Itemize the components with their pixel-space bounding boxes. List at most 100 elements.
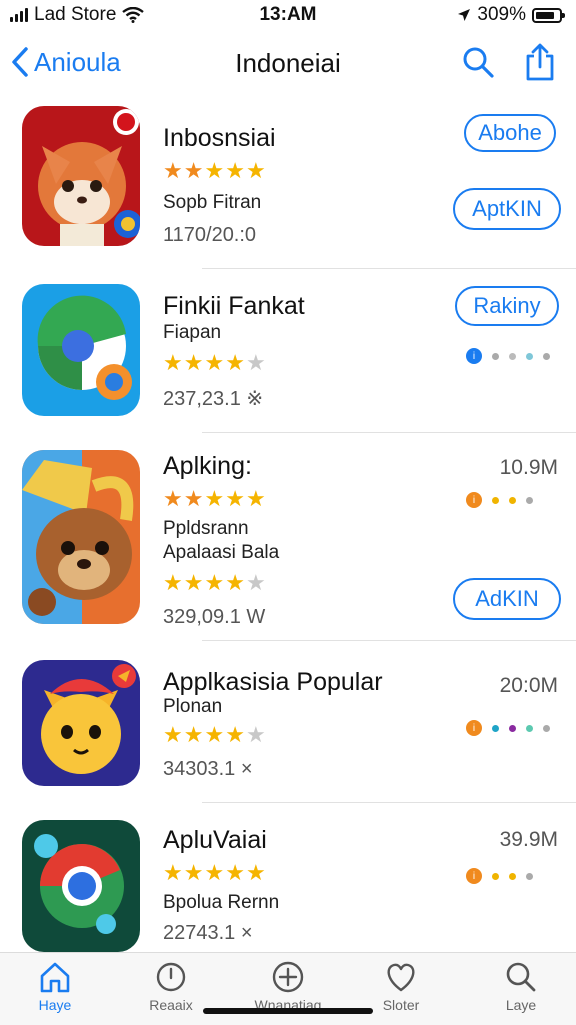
plus-circle-icon bbox=[272, 961, 304, 993]
star-icon: ★ bbox=[183, 158, 204, 183]
tab-add[interactable]: Wnanatiaq bbox=[233, 961, 343, 1013]
app-subtitle: Fiapan bbox=[163, 322, 222, 343]
search-icon[interactable] bbox=[460, 44, 496, 80]
app-name: Aplking: bbox=[163, 452, 252, 480]
fox-app-icon[interactable] bbox=[22, 106, 140, 246]
star-icon: ★ bbox=[163, 860, 183, 885]
app-name: Applkasisia Popular bbox=[163, 668, 383, 696]
app-meta: 22743.1 × bbox=[163, 922, 253, 944]
get-button[interactable]: AdKIN bbox=[453, 578, 561, 620]
heart-icon bbox=[387, 963, 415, 992]
download-button[interactable]: Rakiny bbox=[455, 286, 559, 326]
star-icon: ★ bbox=[245, 158, 266, 183]
app-subtitle-secondary: Apalaasi Bala bbox=[163, 542, 280, 563]
tab-label: Laye bbox=[505, 997, 537, 1013]
tab-home[interactable]: Haye bbox=[0, 961, 110, 1013]
app-name: Inbosnsiai bbox=[163, 124, 276, 152]
app-size: 20:0M bbox=[499, 674, 558, 697]
house-icon bbox=[40, 962, 70, 993]
page-dot-active: i bbox=[466, 868, 482, 884]
app-meta: 329,09.1 W bbox=[163, 606, 266, 628]
page-indicator: i bbox=[466, 348, 550, 364]
star-rating: ★ ★ ★ ★ ★ bbox=[163, 160, 266, 182]
app-subtitle: Sopb Fitran bbox=[163, 192, 262, 213]
row-divider bbox=[202, 268, 576, 269]
star-rating: ★ ★ ★ ★ ★ bbox=[163, 488, 266, 510]
page-indicator: i bbox=[466, 868, 533, 884]
list-item[interactable]: ApluVaiai 39.9M ★ ★ ★ ★ ★ i Bpolua Rernn 227… bbox=[0, 820, 576, 952]
tab-label: Haye bbox=[38, 997, 72, 1013]
page-indicator: i bbox=[466, 492, 533, 508]
star-icon: ★ bbox=[225, 722, 245, 747]
star-icon: ★ bbox=[225, 486, 245, 511]
star-icon: ★ bbox=[204, 570, 225, 595]
star-icon: ★ bbox=[163, 486, 183, 511]
battery-icon bbox=[532, 7, 565, 23]
share-icon[interactable] bbox=[522, 42, 558, 82]
navigation-bar: Anioula Indoneiai bbox=[0, 36, 576, 92]
compass-app-icon[interactable] bbox=[22, 284, 140, 416]
star-icon: ★ bbox=[245, 570, 266, 595]
star-icon: ★ bbox=[163, 722, 183, 747]
star-icon: ★ bbox=[245, 722, 266, 747]
star-rating: ★ ★ ★ ★ ★ bbox=[163, 862, 266, 884]
cat-app-icon[interactable] bbox=[22, 660, 140, 786]
star-icon: ★ bbox=[204, 350, 225, 375]
row-divider bbox=[202, 802, 576, 803]
star-icon: ★ bbox=[204, 722, 225, 747]
star-icon: ★ bbox=[245, 350, 266, 375]
chrome-style-app-icon[interactable] bbox=[22, 820, 140, 952]
star-icon: ★ bbox=[163, 570, 183, 595]
star-rating: ★ ★ ★ ★ ★ bbox=[163, 724, 266, 746]
list-item[interactable]: Aplking: 10.9M ★ ★ ★ ★ ★ i Ppldsrann Apalaas… bbox=[0, 450, 576, 640]
star-icon: ★ bbox=[204, 486, 225, 511]
star-icon: ★ bbox=[225, 570, 245, 595]
location-arrow-icon bbox=[458, 9, 471, 21]
star-icon: ★ bbox=[183, 350, 204, 375]
tab-favorites[interactable]: Sloter bbox=[346, 961, 456, 1013]
home-indicator bbox=[203, 1008, 373, 1014]
status-bar: Lad Store 13:AM 309% bbox=[0, 0, 576, 30]
list-item[interactable]: Finkii Fankat Fiapan ★ ★ ★ ★ ★ 237,23.1 ※ Ra… bbox=[0, 284, 576, 420]
list-item[interactable]: Inbosnsiai ★ ★ ★ ★ ★ Sopb Fitran 1170/20.:0 … bbox=[0, 106, 576, 266]
star-icon: ★ bbox=[225, 350, 245, 375]
star-icon: ★ bbox=[163, 350, 183, 375]
clock-icon bbox=[156, 962, 186, 992]
star-icon: ★ bbox=[163, 158, 183, 183]
row-divider bbox=[202, 432, 576, 433]
app-subtitle: Ppldsrann bbox=[163, 518, 249, 539]
app-subtitle: Plonan bbox=[163, 696, 223, 717]
app-meta: 34303.1 × bbox=[163, 758, 253, 780]
tab-bar: Haye Reaaix Wnanatiaq Sloter Laye bbox=[0, 952, 576, 1025]
page-dot-active: i bbox=[466, 720, 482, 736]
page-dot-active: i bbox=[466, 492, 482, 508]
app-meta: 1170/20.:0 bbox=[163, 224, 257, 246]
get-button[interactable]: AptKIN bbox=[453, 188, 561, 230]
star-icon: ★ bbox=[183, 570, 204, 595]
app-name: Finkii Fankat bbox=[163, 292, 305, 320]
star-rating-secondary: ★ ★ ★ ★ ★ bbox=[163, 572, 266, 594]
star-rating: ★ ★ ★ ★ ★ bbox=[163, 352, 266, 374]
star-icon: ★ bbox=[204, 158, 225, 183]
star-icon: ★ bbox=[245, 860, 266, 885]
bear-app-icon[interactable] bbox=[22, 450, 140, 624]
star-icon: ★ bbox=[183, 860, 204, 885]
app-size: 10.9M bbox=[499, 456, 558, 479]
star-icon: ★ bbox=[183, 722, 204, 747]
list-item[interactable]: Applkasisia Popular 20:0M Plonan ★ ★ ★ ★ ★ i… bbox=[0, 660, 576, 802]
open-button[interactable]: Abohe bbox=[464, 114, 556, 152]
star-icon: ★ bbox=[183, 486, 204, 511]
app-size: 39.9M bbox=[499, 828, 558, 851]
app-name: ApluVaiai bbox=[163, 826, 267, 854]
star-icon: ★ bbox=[245, 486, 266, 511]
search-icon bbox=[506, 962, 536, 992]
page-dot-active: i bbox=[466, 348, 482, 364]
star-icon: ★ bbox=[225, 158, 245, 183]
star-icon: ★ bbox=[204, 860, 225, 885]
tab-search[interactable]: Laye bbox=[466, 961, 576, 1013]
tab-recent[interactable]: Reaaix bbox=[116, 961, 226, 1013]
star-icon: ★ bbox=[225, 860, 245, 885]
app-subtitle: Bpolua Rernn bbox=[163, 892, 280, 913]
row-divider bbox=[202, 640, 576, 641]
battery-percent: 309% bbox=[477, 4, 526, 25]
